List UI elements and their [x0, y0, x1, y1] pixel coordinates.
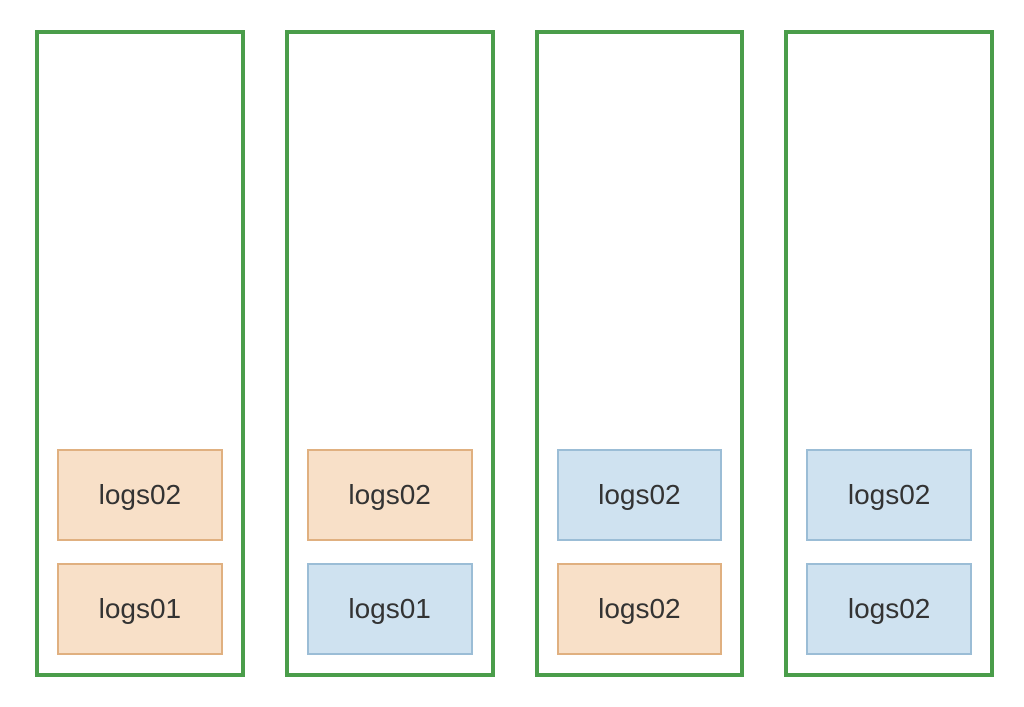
shard-box: logs02 [806, 449, 972, 541]
shard-box: logs01 [307, 563, 473, 655]
shard-label: logs02 [348, 479, 431, 511]
shard-box: logs02 [557, 449, 723, 541]
node-column: logs02 logs01 [35, 30, 245, 677]
shard-label: logs01 [348, 593, 431, 625]
node-column: logs02 logs02 [784, 30, 994, 677]
shard-box: logs02 [806, 563, 972, 655]
shard-box: logs02 [57, 449, 223, 541]
shard-label: logs02 [99, 479, 182, 511]
shard-box: logs02 [557, 563, 723, 655]
shard-box: logs01 [57, 563, 223, 655]
shard-label: logs02 [848, 479, 931, 511]
node-column: logs02 logs02 [535, 30, 745, 677]
shard-box: logs02 [307, 449, 473, 541]
shard-label: logs02 [598, 479, 681, 511]
shard-label: logs02 [598, 593, 681, 625]
node-column: logs02 logs01 [285, 30, 495, 677]
columns-container: logs02 logs01 logs02 logs01 logs02 logs0… [35, 30, 994, 677]
shard-label: logs02 [848, 593, 931, 625]
shard-label: logs01 [99, 593, 182, 625]
